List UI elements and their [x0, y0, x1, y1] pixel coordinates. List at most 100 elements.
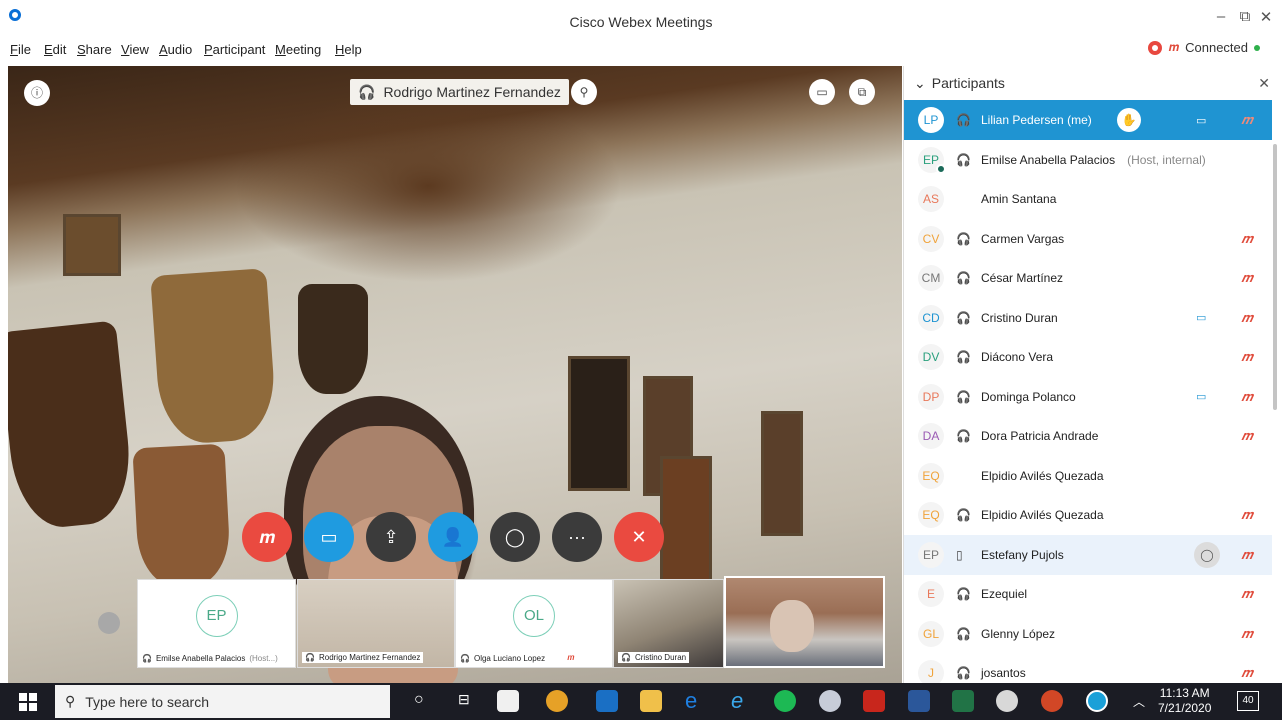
avatar: E [918, 581, 944, 607]
windows-start-icon[interactable] [19, 693, 37, 711]
headset-icon: 🎧 [956, 508, 971, 522]
participant-name: Emilse Anabella Palacios [981, 152, 1116, 167]
more-button[interactable]: ··· [552, 512, 602, 562]
chevron-up-icon[interactable]: ︿ [1133, 693, 1145, 710]
participant-row[interactable]: J 🎧 josantos 𝒎 [904, 653, 1272, 683]
thumbnails-prev-button[interactable] [98, 612, 120, 634]
thumbnail-emilse[interactable]: EP 🎧 Emilse Anabella Palacios (Host...) [137, 579, 296, 668]
taskbar-search[interactable]: ⚲ Type here to search [55, 685, 390, 718]
participants-button[interactable]: 👤 [428, 512, 478, 562]
pin-icon[interactable]: ⚲ [571, 79, 597, 105]
muted-mic-icon: 𝒎 [1241, 388, 1253, 404]
menu-share[interactable]: Share [77, 42, 112, 57]
chrome-icon[interactable] [546, 690, 568, 712]
muted-mic-icon: 𝒎 [1241, 546, 1253, 562]
avatar: EP [918, 541, 944, 568]
acrobat-icon[interactable] [863, 690, 885, 712]
participant-row[interactable]: LP 🎧 Lilian Pedersen (me) ✋ ▭ 𝒎 [904, 100, 1272, 140]
muted-mic-icon: 𝒎 [1241, 665, 1253, 680]
muted-mic-icon: 𝒎 [1241, 586, 1253, 601]
thumbnail-cristino[interactable]: 🎧 Cristino Duran [613, 579, 724, 668]
muted-mic-icon: 𝒎 [1241, 112, 1253, 127]
participant-name: César Martínez [981, 271, 1064, 285]
participant-name: Ezequiel [981, 587, 1028, 601]
participant-row[interactable]: CM 🎧 César Martínez 𝒎 [904, 258, 1272, 298]
participant-row[interactable]: EP ▯ Estefany Pujols ◯ 𝒎 [904, 534, 1272, 575]
file-explorer-icon[interactable] [640, 690, 662, 712]
mute-button[interactable]: 𝒎 [242, 512, 292, 562]
menu-edit[interactable]: Edit [44, 42, 66, 57]
menu-bar: File Edit Share View Audio Participant M… [0, 36, 1282, 64]
menu-view[interactable]: View [121, 42, 149, 57]
leave-button[interactable]: ✕ [614, 512, 664, 562]
participant-row[interactable]: EP 🎧 Emilse Anabella Palacios (Host, intern… [904, 140, 1272, 180]
wall-plaque [132, 443, 232, 589]
windows-taskbar: ⚲ Type here to search ○ ⊟ e e ︿ 11:13 AM… [0, 683, 1282, 720]
excel-icon[interactable] [952, 690, 974, 712]
menu-help[interactable]: Help [335, 42, 362, 57]
connection-label: Connected [1185, 40, 1248, 55]
cortana-icon[interactable]: ○ [414, 691, 424, 709]
menu-meeting[interactable]: Meeting [275, 42, 321, 57]
outlook-icon[interactable] [596, 690, 618, 712]
app-icon[interactable] [996, 690, 1018, 712]
participant-row[interactable]: EQ Elpidio Avilés Quezada [904, 456, 1272, 496]
avatar: AS [918, 186, 944, 212]
participant-row[interactable]: EQ 🎧 Elpidio Avilés Quezada 𝒎 [904, 495, 1272, 535]
menu-participant[interactable]: Participant [204, 42, 265, 57]
thumbnail-rodrigo[interactable]: 🎧 Rodrigo Martinez Fernandez [297, 579, 455, 668]
self-view-video[interactable] [724, 576, 885, 668]
headset-icon: 🎧 [142, 654, 152, 663]
chat-button[interactable]: ◯ [490, 512, 540, 562]
raise-hand-icon[interactable]: ✋ [1117, 108, 1141, 132]
share-button[interactable]: ⇪ [366, 512, 416, 562]
participant-row[interactable]: DV 🎧 Diácono Vera 𝒎 [904, 337, 1272, 377]
info-icon[interactable]: ⓘ [24, 80, 50, 106]
notification-icon[interactable]: 40 [1237, 691, 1259, 711]
search-icon: ⚲ [65, 693, 76, 709]
layout-icon[interactable]: ▭ [809, 79, 835, 105]
participant-row[interactable]: DP 🎧 Dominga Polanco ▭ 𝒎 [904, 377, 1272, 417]
word-icon[interactable] [908, 690, 930, 712]
thumbnail-olga[interactable]: OL 🎧 Olga Luciano Lopez 𝒎 [455, 579, 613, 668]
popout-icon[interactable]: ⧉ [849, 79, 875, 105]
ie-icon[interactable]: e [731, 690, 753, 712]
muted-mic-icon: 𝒎 [1241, 428, 1253, 443]
avatar: CM [918, 265, 944, 291]
app-icon[interactable] [819, 690, 841, 712]
participant-row[interactable]: CD 🎧 Cristino Duran ▭ 𝒎 [904, 298, 1272, 338]
taskbar-clock[interactable]: 11:13 AM 7/21/2020 [1158, 686, 1211, 716]
edge-icon[interactable]: e [685, 690, 707, 712]
avatar: J [918, 660, 944, 683]
menu-audio[interactable]: Audio [159, 42, 192, 57]
participant-row[interactable]: GL 🎧 Glenny López 𝒎 [904, 614, 1272, 654]
task-view-icon[interactable]: ⊟ [458, 691, 470, 708]
spotify-icon[interactable] [774, 690, 796, 712]
close-panel-button[interactable]: ✕ [1258, 75, 1270, 92]
video-button[interactable]: ▭ [304, 512, 354, 562]
chat-icon[interactable]: ◯ [1194, 541, 1220, 568]
avatar: EQ [918, 462, 944, 489]
participant-row[interactable]: CV 🎧 Carmen Vargas 𝒎 [904, 219, 1272, 259]
clock-date: 7/21/2020 [1158, 701, 1212, 715]
video-icon: ▭ [1196, 114, 1207, 127]
minimize-button[interactable]: – [1211, 8, 1231, 25]
participant-row[interactable]: DA 🎧 Dora Patricia Andrade 𝒎 [904, 416, 1272, 456]
close-window-button[interactable]: ✕ [1256, 8, 1276, 26]
store-icon[interactable] [497, 690, 519, 712]
muted-mic-icon: 𝒎 [1241, 230, 1253, 246]
avatar: GL [918, 620, 944, 647]
connection-status[interactable]: 𝒎 Connected [1148, 40, 1260, 55]
menu-file[interactable]: File [10, 42, 31, 57]
participants-panel: ⌄ Participants ✕ LP 🎧 Lilian Pedersen (m… [903, 66, 1282, 683]
muted-mic-icon: 𝒎 [1241, 349, 1253, 364]
participant-name: Dominga Polanco [981, 389, 1076, 404]
powerpoint-icon[interactable] [1041, 690, 1063, 712]
participant-row[interactable]: AS Amin Santana [904, 179, 1272, 219]
participants-header[interactable]: ⌄ Participants [904, 66, 1282, 100]
participants-scrollbar[interactable] [1273, 144, 1277, 410]
participant-row[interactable]: E 🎧 Ezequiel 𝒎 [904, 574, 1272, 614]
thumbnail-caption: 🎧 Emilse Anabella Palacios (Host...) [142, 654, 278, 663]
restore-button[interactable]: ⧉ [1235, 8, 1255, 25]
webex-taskbar-icon[interactable] [1086, 690, 1108, 712]
